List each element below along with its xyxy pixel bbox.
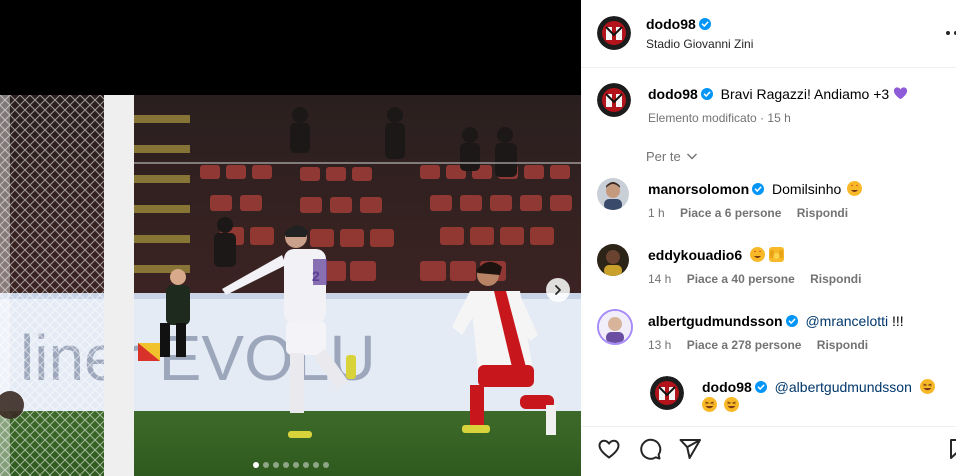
reply-button[interactable]: Rispondi [797,206,848,220]
carousel-dot [302,462,309,468]
comment-icon [640,438,662,460]
see-translation-button[interactable]: Per te [646,149,698,164]
caption-time[interactable]: 15 h [767,111,790,125]
carousel-next-button[interactable] [546,278,570,302]
author-username[interactable]: dodo98 [646,16,696,32]
carousel-dot [292,462,299,468]
commenter-avatar[interactable] [597,178,629,210]
carousel-dot [272,462,279,468]
like-button[interactable] [597,437,621,461]
comment-1: manorsolomon Domilsinho [648,180,863,198]
carousel-dot [252,462,259,468]
avatar-image [599,311,631,343]
carousel-dot [322,462,329,468]
avatar-image [597,16,631,50]
commenter-avatar[interactable] [597,244,629,276]
star-struck-emoji [847,181,863,196]
avatar-image [650,376,684,410]
comment-text: Domilsinho [772,181,842,197]
post-side-panel: dodo98 Stadio Giovanni Zini dodo98 Bravi… [581,0,956,476]
share-button[interactable] [678,437,702,461]
edited-label: Elemento modificato [648,111,757,125]
carousel-dot [262,462,269,468]
comment-text: !!! [892,313,904,329]
purple-heart-icon [893,87,908,100]
comment-time[interactable]: 1 h [648,206,665,220]
more-options-button[interactable] [944,26,956,40]
comment-likes[interactable]: Piace a 6 persone [680,206,781,220]
reply-comment: dodo98 @albertgudmundsson [702,378,935,396]
caption-meta: Elemento modificato · 15 h [648,111,791,125]
comment-3-meta: 13 h Piace a 278 persone Rispondi [648,338,868,352]
post-location[interactable]: Stadio Giovanni Zini [646,37,753,51]
reply-button[interactable]: Rispondi [810,272,861,286]
player-number: 2 [312,268,320,284]
reply-author-username[interactable]: dodo98 [702,379,752,395]
reply-comment-emojis [702,396,739,414]
commenter-username[interactable]: manorsolomon [648,181,749,197]
heart-icon [598,439,620,459]
verified-badge-icon [700,88,713,100]
post-photo[interactable]: liner EVOLU 2 [0,95,581,476]
post-header: dodo98 Stadio Giovanni Zini [581,0,956,68]
caption-author-username[interactable]: dodo98 [648,86,698,102]
chevron-right-icon [555,285,561,295]
grinning-squint-emoji [919,379,935,394]
caption-author-avatar[interactable] [597,83,631,117]
comment-likes[interactable]: Piace a 40 persone [687,272,795,286]
verified-badge-icon [785,315,798,327]
comment-time[interactable]: 14 h [648,272,671,286]
comment-2-meta: 14 h Piace a 40 persone Rispondi [648,272,861,286]
carousel-dot [282,462,289,468]
post-action-bar [581,426,956,476]
carousel-indicator [0,462,581,468]
commenter-username[interactable]: albertgudmundsson [648,313,783,329]
chevron-down-icon [687,153,698,160]
share-icon [679,439,701,459]
match-photo-image: liner EVOLU 2 [0,95,581,476]
translation-label: Per te [646,149,681,164]
verified-badge-icon [698,18,711,30]
author-avatar[interactable] [597,16,631,50]
reply-mention-link[interactable]: @albertgudmundsson [775,379,912,395]
caption-text: Bravi Ragazzi! Andiamo +3 [720,86,890,102]
comment-button[interactable] [638,437,662,461]
bookmark-icon [950,439,956,459]
grinning-squint-emoji [702,397,717,412]
post-caption: dodo98 Bravi Ragazzi! Andiamo +3 [648,85,908,103]
comment-mention-link[interactable]: @mrancelotti [805,313,888,329]
comment-time[interactable]: 13 h [648,338,671,352]
commenter-username[interactable]: eddykouadio6 [648,247,742,263]
save-button[interactable] [946,437,956,461]
more-icon [946,31,956,35]
grinning-squint-emoji [723,397,739,412]
commenter-avatar[interactable] [597,309,633,345]
comment-2: eddykouadio6 [648,246,784,264]
post-media: liner EVOLU 2 [0,0,581,476]
verified-badge-icon [752,183,765,195]
avatar-image [597,83,631,117]
reply-button[interactable]: Rispondi [817,338,868,352]
avatar-image [597,244,629,276]
avatar-image [597,178,629,210]
carousel-dot [312,462,319,468]
comment-3: albertgudmundsson @mrancelotti !!! [648,312,904,330]
comment-likes[interactable]: Piace a 278 persone [687,338,802,352]
reply-author-avatar[interactable] [650,376,684,410]
comment-1-meta: 1 h Piace a 6 persone Rispondi [648,206,848,220]
raising-hands-emoji [768,247,784,262]
verified-badge-icon [754,381,767,393]
star-struck-emoji [750,247,766,262]
